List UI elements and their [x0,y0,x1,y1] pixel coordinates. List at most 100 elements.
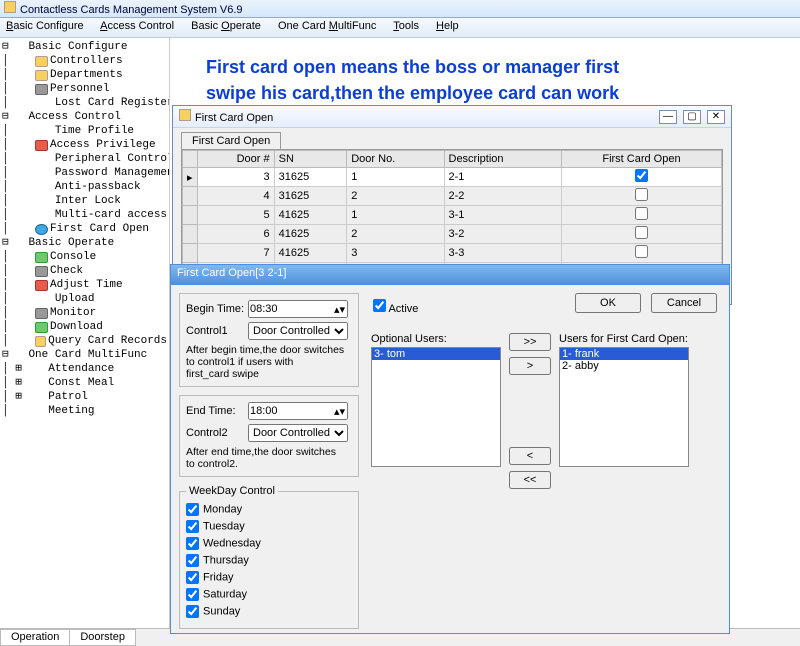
optional-users-label: Optional Users: [371,333,501,345]
chk-monday[interactable]: Monday [186,503,352,516]
first-card-open-dialog: First Card Open[3 2-1] Begin Time:▴▾ Con… [170,264,730,634]
tree-meeting[interactable]: Meeting [48,404,94,418]
first-card-checkbox[interactable] [635,245,648,258]
menu-one-card[interactable]: One Card MultiFunc [278,20,376,32]
tree-console[interactable]: Console [50,250,96,264]
tree-basic-configure[interactable]: Basic Configure [28,40,127,54]
check-icon [35,266,48,277]
end-time-label: End Time: [186,405,248,417]
chk-sunday[interactable]: Sunday [186,605,352,618]
menu-access-control[interactable]: Access Control [100,20,174,32]
end-note: After end time,the door switchesto contr… [186,446,352,470]
tab-doorstep[interactable]: Doorstep [69,629,136,646]
begin-time-label: Begin Time: [186,303,248,315]
end-time-input[interactable] [248,402,348,420]
cancel-button[interactable]: Cancel [651,293,717,313]
col-sn[interactable]: SN [274,151,347,168]
menu-tools[interactable]: Tools [393,20,419,32]
col-first-card[interactable]: First Card Open [561,151,721,168]
active-checkbox[interactable]: Active [373,299,418,315]
tree-first-card-open[interactable]: First Card Open [50,222,149,236]
doors-grid[interactable]: Door # SN Door No. Description First Car… [181,149,723,283]
menu-help[interactable]: Help [436,20,459,32]
controllers-icon [35,56,48,67]
adjust-icon [35,280,48,291]
nav-tree[interactable]: ⊟ Basic Configure │ Controllers │ Depart… [0,38,170,628]
app-title: Contactless Cards Management System V6.9 [20,4,243,16]
move-left-button[interactable]: < [509,447,551,465]
move-all-left-button[interactable]: << [509,471,551,489]
move-all-right-button[interactable]: >> [509,333,551,351]
departments-icon [35,70,48,81]
control1-select[interactable]: Door Controlled [248,322,348,340]
list-item[interactable]: 3- tom [372,348,500,360]
tree-monitor[interactable]: Monitor [50,306,96,320]
tree-patrol[interactable]: Patrol [48,390,88,404]
tab-operation[interactable]: Operation [0,629,70,646]
table-row[interactable]: ▸33162512-1 [183,168,722,187]
table-row[interactable]: 74162533-3 [183,244,722,263]
optional-users-list[interactable]: 3- tom [371,347,501,467]
menu-basic-operate[interactable]: Basic Operate [191,20,261,32]
tree-adjust-time[interactable]: Adjust Time [50,278,123,292]
tree-multi-card[interactable]: Multi-card access [55,208,167,222]
col-description[interactable]: Description [444,151,561,168]
first-card-checkbox[interactable] [635,188,648,201]
chk-saturday[interactable]: Saturday [186,588,352,601]
tree-departments[interactable]: Departments [50,68,123,82]
tree-access-privilege[interactable]: Access Privilege [50,138,156,152]
tree-inter-lock[interactable]: Inter Lock [55,194,121,208]
control2-select[interactable]: Door Controlled [248,424,348,442]
chk-wednesday[interactable]: Wednesday [186,537,352,550]
tree-peripheral[interactable]: Peripheral Control [55,152,170,166]
tree-access-control[interactable]: Access Control [28,110,120,124]
control1-label: Control1 [186,325,248,337]
tree-upload[interactable]: Upload [55,292,95,306]
first-card-checkbox[interactable] [635,207,648,220]
win1-title: First Card Open [195,112,273,124]
tree-time-profile[interactable]: Time Profile [55,124,134,138]
minimize-button[interactable]: — [659,110,677,124]
console-icon [35,252,48,263]
first-card-checkbox[interactable] [635,226,648,239]
menubar: BBasic Configureasic Configure Access Co… [0,18,800,38]
tree-password[interactable]: Password Management [55,166,170,180]
tree-basic-operate[interactable]: Basic Operate [28,236,114,250]
first-card-users-list[interactable]: 1- frank 2- abby [559,347,689,467]
tree-controllers[interactable]: Controllers [50,54,123,68]
annotation-text: First card open means the boss or manage… [206,54,619,106]
ok-button[interactable]: OK [575,293,641,313]
chk-thursday[interactable]: Thursday [186,554,352,567]
col-door-num[interactable]: Door # [197,151,274,168]
table-row[interactable]: 64162523-2 [183,225,722,244]
weekday-group: WeekDay Control Monday Tuesday Wednesday… [179,485,359,629]
table-row[interactable]: 54162513-1 [183,206,722,225]
tree-const-meal[interactable]: Const Meal [48,376,114,390]
tree-personnel[interactable]: Personnel [50,82,109,96]
close-button[interactable]: ✕ [707,110,725,124]
maximize-button[interactable]: ▢ [683,110,701,124]
tree-check[interactable]: Check [50,264,83,278]
tab-first-card-open[interactable]: First Card Open [181,132,281,149]
tree-attendance[interactable]: Attendance [48,362,114,376]
col-door-no[interactable]: Door No. [347,151,444,168]
begin-note: After begin time,the door switchesto con… [186,344,352,380]
first-card-checkbox[interactable] [635,169,648,182]
begin-time-input[interactable] [248,300,348,318]
menu-basic-configure[interactable]: BBasic Configureasic Configure [6,20,84,32]
table-row[interactable]: 43162522-2 [183,187,722,206]
window-icon [179,109,191,121]
list-item[interactable]: 1- frank [560,348,688,360]
tree-one-card[interactable]: One Card MultiFunc [28,348,147,362]
tree-lost-card[interactable]: Lost Card Register [55,96,170,110]
control2-label: Control2 [186,427,248,439]
personnel-icon [35,84,48,95]
tree-download[interactable]: Download [50,320,103,334]
tree-query[interactable]: Query Card Records [48,334,167,348]
chk-friday[interactable]: Friday [186,571,352,584]
move-right-button[interactable]: > [509,357,551,375]
chk-tuesday[interactable]: Tuesday [186,520,352,533]
list-item[interactable]: 2- abby [560,360,688,372]
tree-anti-passback[interactable]: Anti-passback [55,180,141,194]
end-group: End Time:▴▾ Control2Door Controlled Afte… [179,395,359,477]
